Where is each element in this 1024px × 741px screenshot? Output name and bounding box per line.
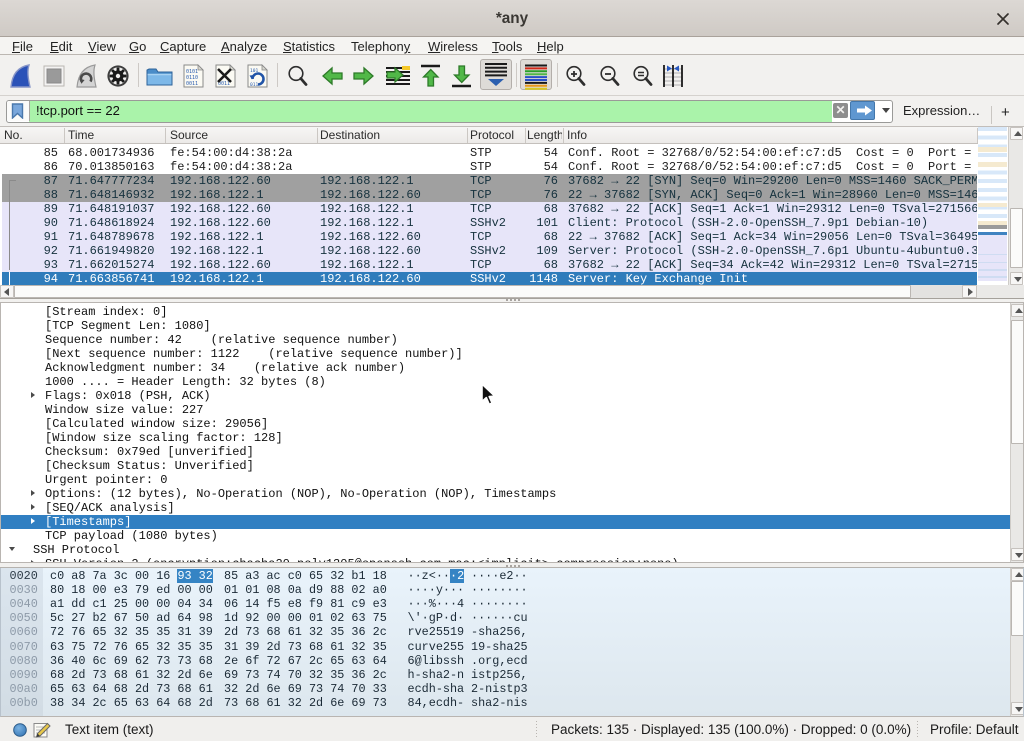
svg-text:0011: 0011 [186, 81, 198, 87]
svg-text:011: 011 [250, 82, 259, 88]
